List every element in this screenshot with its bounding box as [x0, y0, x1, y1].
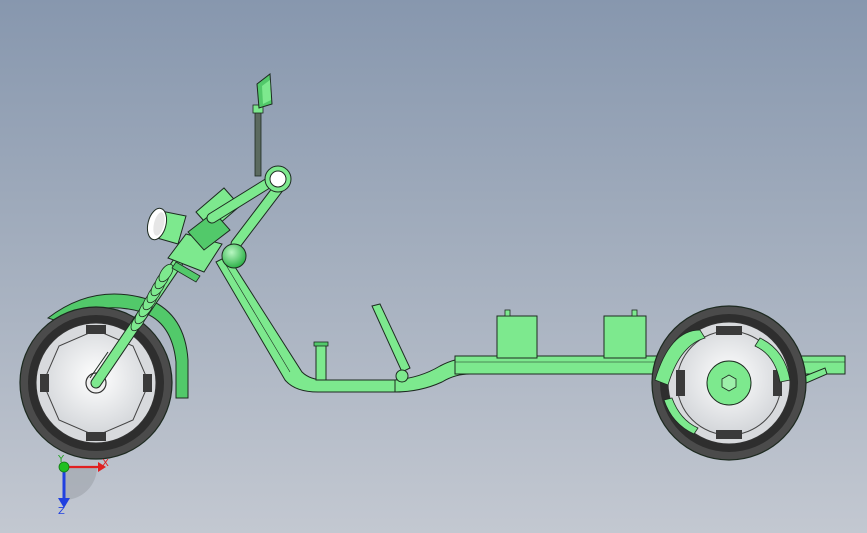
mirror[interactable] — [252, 73, 273, 177]
battery-box-2[interactable] — [603, 309, 647, 359]
frame-post[interactable] — [315, 343, 327, 381]
trike-chassis-model[interactable]: X Y Z — [0, 0, 867, 533]
battery-box-1[interactable] — [496, 309, 538, 359]
z-axis-label: Z — [58, 506, 65, 517]
x-axis-label: X — [102, 458, 109, 469]
headlight[interactable] — [144, 206, 187, 245]
pivot-ball[interactable] — [221, 243, 247, 269]
handlebar-clamp[interactable] — [264, 165, 292, 193]
coordinate-triad: X Y Z — [57, 454, 109, 517]
y-axis-label: Y — [57, 454, 65, 465]
seat-bracket[interactable] — [371, 303, 411, 373]
cad-3d-viewport[interactable]: X Y Z — [0, 0, 867, 533]
rear-wheel[interactable] — [651, 305, 807, 461]
frame-down-tube[interactable] — [215, 255, 401, 393]
